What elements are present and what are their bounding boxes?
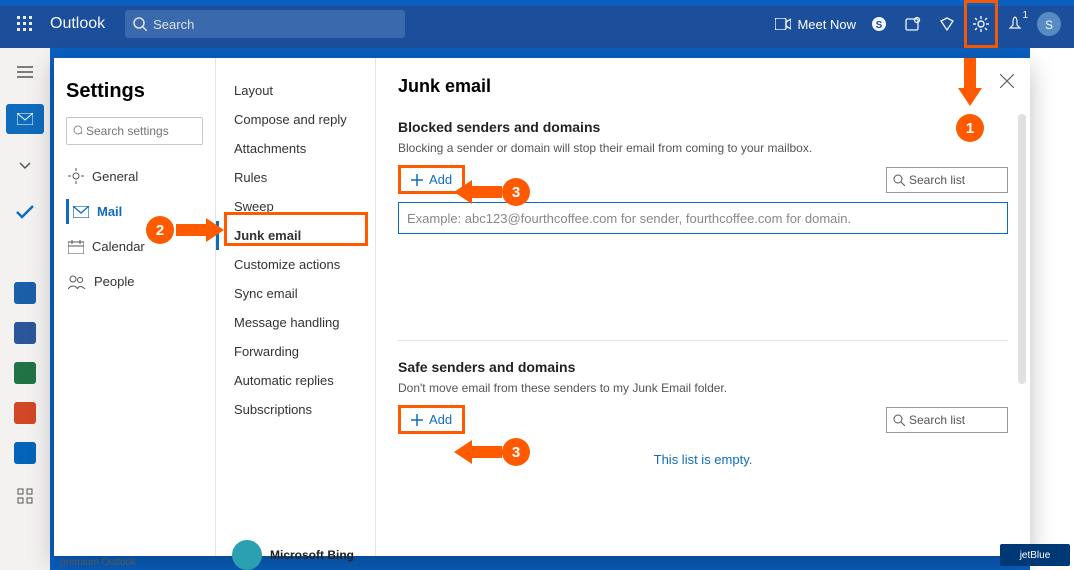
search-icon [893,174,905,186]
sub-subscriptions[interactable]: Subscriptions [216,395,375,424]
meet-now-label: Meet Now [797,17,856,32]
global-search-input[interactable] [153,17,373,32]
settings-subsections-panel: Layout Compose and reply Attachments Rul… [216,58,376,556]
category-mail[interactable]: Mail [66,199,203,224]
safe-list-empty: This list is empty. [398,452,1008,467]
category-label: People [94,274,134,289]
scrollbar[interactable] [1018,114,1026,384]
search-list-label: Search list [909,173,965,187]
account-avatar[interactable]: S [1032,0,1066,48]
calendar-icon [68,240,84,254]
mail-icon [73,206,89,218]
category-general[interactable]: General [66,163,203,189]
video-icon [775,18,791,30]
powerpoint-tile-icon[interactable] [14,402,36,424]
safe-section: Safe senders and domains Don't move emai… [398,359,1008,467]
sub-automatic-replies[interactable]: Automatic replies [216,366,375,395]
teams-icon[interactable] [896,0,930,48]
settings-modal: Settings General Mail Calendar People La… [54,58,1030,556]
gear-icon [68,168,84,184]
global-search[interactable] [125,10,405,38]
blocked-heading: Blocked senders and domains [398,119,1008,135]
search-list-label: Search list [909,413,965,427]
hamburger-icon[interactable] [9,58,41,86]
new-mail-button[interactable] [6,104,44,134]
category-people[interactable]: People [66,269,203,294]
sub-compose-reply[interactable]: Compose and reply [216,105,375,134]
brand-label: Outlook [50,15,105,33]
bing-row: Microsoft Bing [232,540,354,570]
category-label: General [92,169,138,184]
settings-main-panel: Junk email Blocked senders and domains B… [376,58,1030,556]
background-strip [1030,48,1074,570]
search-icon [893,414,905,426]
chevron-down-icon[interactable] [9,152,41,180]
onedrive-tile-icon[interactable] [14,442,36,464]
blocked-desc: Blocking a sender or domain will stop th… [398,141,1008,155]
svg-text:S: S [876,20,883,31]
settings-title: Settings [66,80,203,103]
left-dock [0,48,50,570]
blocked-section: Blocked senders and domains Blocking a s… [398,119,1008,234]
settings-search-input[interactable] [86,124,196,138]
sub-junk-email[interactable]: Junk email [216,221,375,250]
sub-layout[interactable]: Layout [216,76,375,105]
close-icon [1000,74,1014,88]
app-launcher-icon[interactable] [0,16,50,32]
blocked-search-list[interactable]: Search list [886,167,1008,193]
notification-badge: 1 [1022,10,1028,21]
notifications-icon[interactable]: 1 [998,0,1032,48]
add-label: Add [429,412,452,427]
svg-text:S: S [1045,18,1053,32]
safe-desc: Don't move email from these senders to m… [398,381,1008,395]
outlook-tile-icon[interactable] [14,282,36,304]
excel-tile-icon[interactable] [14,362,36,384]
people-icon [68,275,86,289]
close-button[interactable] [1000,74,1014,93]
header-right: Meet Now S 1 S [775,0,1074,48]
jetblue-ad: jetBlue [1000,544,1070,566]
settings-categories-panel: Settings General Mail Calendar People [54,58,216,556]
word-tile-icon[interactable] [14,322,36,344]
search-icon [133,17,147,31]
add-label: Add [429,172,452,187]
safe-add-button[interactable]: Add [398,405,465,434]
safe-heading: Safe senders and domains [398,359,1008,375]
section-divider [398,340,1008,341]
safe-search-list[interactable]: Search list [886,407,1008,433]
sub-forwarding[interactable]: Forwarding [216,337,375,366]
sub-message-handling[interactable]: Message handling [216,308,375,337]
bing-avatar-icon [232,540,262,570]
app-header: Outlook Meet Now S 1 S [0,0,1074,48]
sub-rules[interactable]: Rules [216,163,375,192]
blocked-sender-input[interactable] [398,202,1008,234]
page-title: Junk email [398,76,1008,97]
diamond-icon[interactable] [930,0,964,48]
plus-icon [411,414,423,426]
category-label: Mail [97,204,122,219]
sub-attachments[interactable]: Attachments [216,134,375,163]
settings-gear-icon[interactable] [964,0,998,48]
plus-icon [411,174,423,186]
blocked-add-button[interactable]: Add [398,165,465,194]
search-icon [73,125,82,137]
settings-search[interactable] [66,117,203,145]
more-apps-icon[interactable] [9,482,41,510]
skype-icon[interactable]: S [862,0,896,48]
sub-customize-actions[interactable]: Customize actions [216,250,375,279]
category-label: Calendar [92,239,145,254]
premium-text: premium Outlook [60,557,136,568]
sub-sync-email[interactable]: Sync email [216,279,375,308]
meet-now-button[interactable]: Meet Now [775,17,856,32]
task-check-icon[interactable] [9,198,41,226]
bing-label: Microsoft Bing [270,548,354,562]
category-calendar[interactable]: Calendar [66,234,203,259]
sub-sweep[interactable]: Sweep [216,192,375,221]
